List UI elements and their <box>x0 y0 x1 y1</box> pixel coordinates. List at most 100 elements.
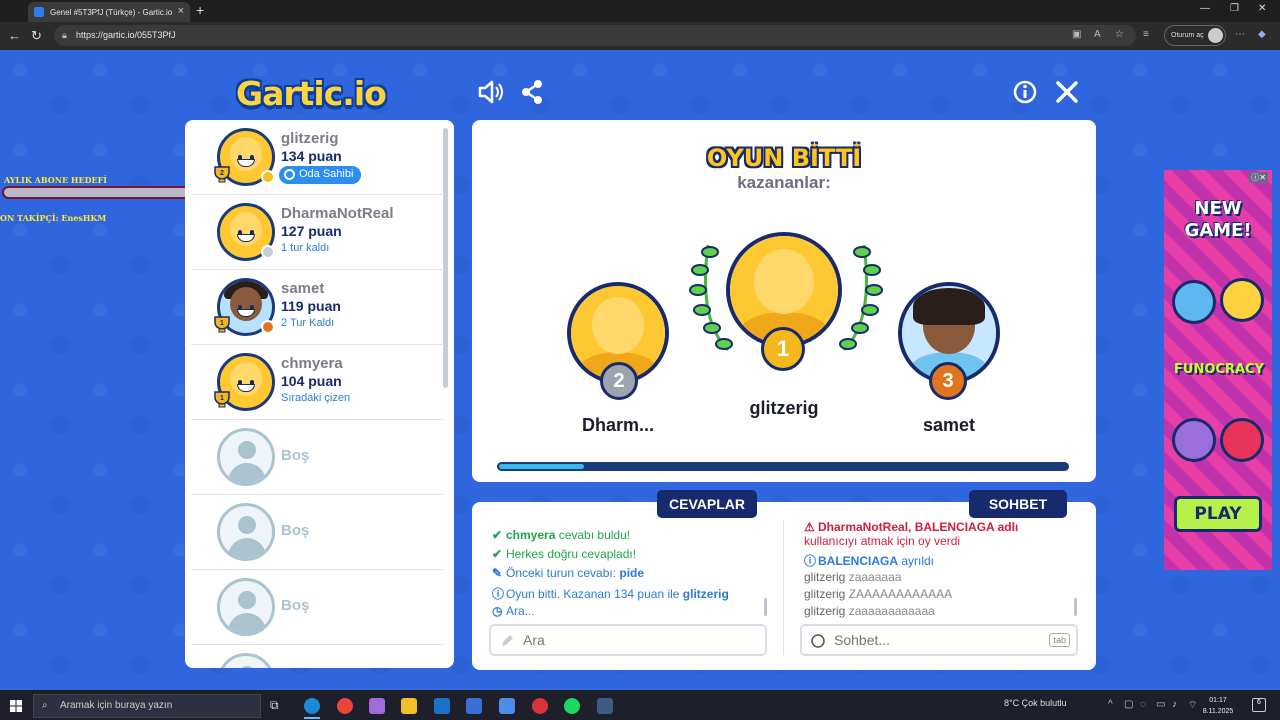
chat-input-box[interactable]: tab <box>800 624 1078 656</box>
chat-tab[interactable]: SOHBET <box>969 490 1067 518</box>
tray-network-icon[interactable]: ◌ <box>1140 699 1146 710</box>
clock-time: 01:17 <box>1209 697 1227 704</box>
chrome-icon[interactable] <box>337 698 353 714</box>
answer-message-text: glitzerig <box>682 587 729 601</box>
gartic-logo[interactable]: Gartic.io <box>236 74 387 113</box>
tray-display-icon[interactable]: ▭ <box>1156 699 1165 710</box>
more-menu-icon[interactable]: ⋯ <box>1235 29 1245 40</box>
close-window-icon[interactable]: ✕ <box>1258 3 1266 14</box>
answer-message: ✔ Herkes doğru cevapladı! <box>492 547 636 561</box>
answers-scrollbar[interactable] <box>764 598 767 616</box>
windows-start-icon[interactable] <box>10 700 22 712</box>
sound-icon[interactable] <box>476 78 504 106</box>
wifi-icon[interactable]: ⌔ <box>1188 699 1197 712</box>
warning-icon: ⚠ <box>804 520 815 534</box>
taskbar-search[interactable]: ⌕ Aramak için buraya yazın <box>33 694 261 718</box>
copilot-icon[interactable]: ◆ <box>1258 29 1266 40</box>
silver-medal: 2 <box>600 362 638 400</box>
outlook-icon[interactable] <box>434 698 450 714</box>
edge-active-indicator <box>304 717 320 719</box>
clock-date: 8.11.2025 <box>1202 708 1234 715</box>
chat-user: glitzerig <box>804 587 846 601</box>
players-panel: 2 glitzerig 134 puan Oda Sahibi DharmaNotRea… <box>185 120 454 668</box>
address-bar: ← ↻ 🔒︎ https://gartic.io/055T3PfJ ▣ A ☆ … <box>0 22 1280 50</box>
weather-widget[interactable]: 8°C Çok bulutlu <box>1004 698 1067 708</box>
svg-text:1: 1 <box>220 395 224 402</box>
file-explorer-icon[interactable] <box>401 698 417 714</box>
ad-play-button[interactable]: PLAY <box>1174 496 1262 532</box>
refresh-icon[interactable]: ↻ <box>31 28 42 44</box>
trophy-icon: 2 <box>214 166 230 183</box>
browser-tab[interactable]: Genel #5T3PfJ (Türkçe) - Gartic.io × <box>28 2 190 22</box>
restore-icon[interactable]: ❐ <box>1230 3 1239 14</box>
browser-tab-bar: Genel #5T3PfJ (Türkçe) - Gartic.io × + —… <box>0 0 1280 22</box>
chat-input[interactable] <box>834 632 1054 648</box>
game-page: Gartic.io AYLIK ABONE HEDEFİ ON TAKİPÇİ:… <box>0 50 1280 690</box>
kick-vote-message: ⚠ DharmaNotReal, BALENCIAGA adlı <box>804 520 1018 534</box>
profile-avatar <box>1208 28 1223 43</box>
read-aloud-icon[interactable]: A <box>1094 29 1101 40</box>
ad-choices-icon[interactable]: ⓘ✕ <box>1249 172 1268 183</box>
edge-icon[interactable] <box>304 698 320 714</box>
url-field[interactable]: 🔒︎ https://gartic.io/055T3PfJ <box>54 25 1136 46</box>
last-follower-label: ON TAKİPÇİ: EnesHKM <box>0 213 107 223</box>
chat-scrollbar[interactable] <box>1074 598 1077 616</box>
app-red-icon[interactable] <box>532 698 548 714</box>
answers-tab[interactable]: CEVAPLAR <box>657 490 757 518</box>
new-tab-icon[interactable]: + <box>196 2 204 18</box>
close-tab-icon[interactable]: × <box>178 5 184 17</box>
bronze-medal: 3 <box>929 362 967 400</box>
notification-icon[interactable]: 6 <box>1252 698 1266 712</box>
player-points: 104 puan <box>281 373 342 389</box>
back-icon[interactable]: ← <box>8 28 21 43</box>
favorite-star-icon[interactable]: ☆ <box>1115 29 1124 40</box>
empty-slot-label: Boş <box>281 447 310 464</box>
message-status-icon: ◷ <box>492 604 503 618</box>
favorites-icon[interactable]: ≡ <box>1143 29 1149 40</box>
player-status: 1 tur kaldı <box>281 242 330 254</box>
player-row[interactable]: 2 glitzerig 134 puan Oda Sahibi <box>191 120 444 195</box>
answer-input-box[interactable] <box>489 624 767 656</box>
signin-label: Oturum aç <box>1171 32 1204 39</box>
task-view-icon[interactable]: ⧉ <box>270 698 286 714</box>
answer-message-text: Ara... <box>506 604 535 618</box>
tab-key-hint: tab <box>1049 633 1070 647</box>
info-icon[interactable] <box>1011 78 1039 106</box>
winners-subtitle: kazananlar: <box>737 173 831 192</box>
signin-button[interactable]: Oturum aç <box>1164 25 1226 46</box>
chat-text: zaaaaaaa <box>848 570 902 584</box>
volume-icon[interactable]: ♪ <box>1172 699 1177 710</box>
apps-icon[interactable]: ▣ <box>1072 29 1081 40</box>
tray-app-icon[interactable]: ▢ <box>1124 699 1133 710</box>
empty-player-slot: Boş <box>191 570 444 645</box>
taskbar-clock[interactable]: 01:17 8.11.2025 <box>1200 695 1236 717</box>
minimize-icon[interactable]: — <box>1200 3 1210 14</box>
player-row[interactable]: 1 samet 119 puan 2 Tur Kaldı <box>191 270 444 345</box>
message-status-icon: ✎ <box>492 566 503 580</box>
gartic-favicon-icon <box>34 7 44 17</box>
ad-headline: NEW GAME! <box>1176 198 1260 242</box>
answer-input[interactable] <box>523 632 743 648</box>
player-row[interactable]: DharmaNotReal 127 puan 1 tur kaldı <box>191 195 444 270</box>
player-row[interactable]: 1 chmyera 104 puan Sıradaki çizen <box>191 345 444 420</box>
player-status-dot <box>261 170 275 184</box>
player-status-dot <box>261 320 275 334</box>
steam-icon[interactable] <box>597 698 613 714</box>
tray-chevron-icon[interactable]: ^ <box>1108 699 1113 710</box>
player-points: 119 puan <box>281 298 341 314</box>
search-icon: ⌕ <box>42 700 48 711</box>
share-icon[interactable] <box>518 78 546 106</box>
ad-thumbs-icon <box>1172 280 1216 324</box>
store-icon[interactable] <box>466 698 482 714</box>
copilot-app-icon[interactable] <box>369 698 385 714</box>
svg-text:1: 1 <box>220 320 224 327</box>
answer-message: ✔ chmyera cevabı buldu! <box>492 528 630 542</box>
player-name: chmyera <box>281 355 343 372</box>
progress-fill <box>499 464 584 469</box>
advertisement[interactable]: ⓘ✕ NEW GAME! FUNOCRACY PLAY <box>1164 170 1272 570</box>
first-place-name: glitzerig <box>749 398 819 418</box>
spotify-icon[interactable] <box>564 698 580 714</box>
message-status-icon: ✔ <box>492 528 503 542</box>
close-icon[interactable] <box>1053 78 1081 106</box>
app-icon[interactable] <box>499 698 515 714</box>
